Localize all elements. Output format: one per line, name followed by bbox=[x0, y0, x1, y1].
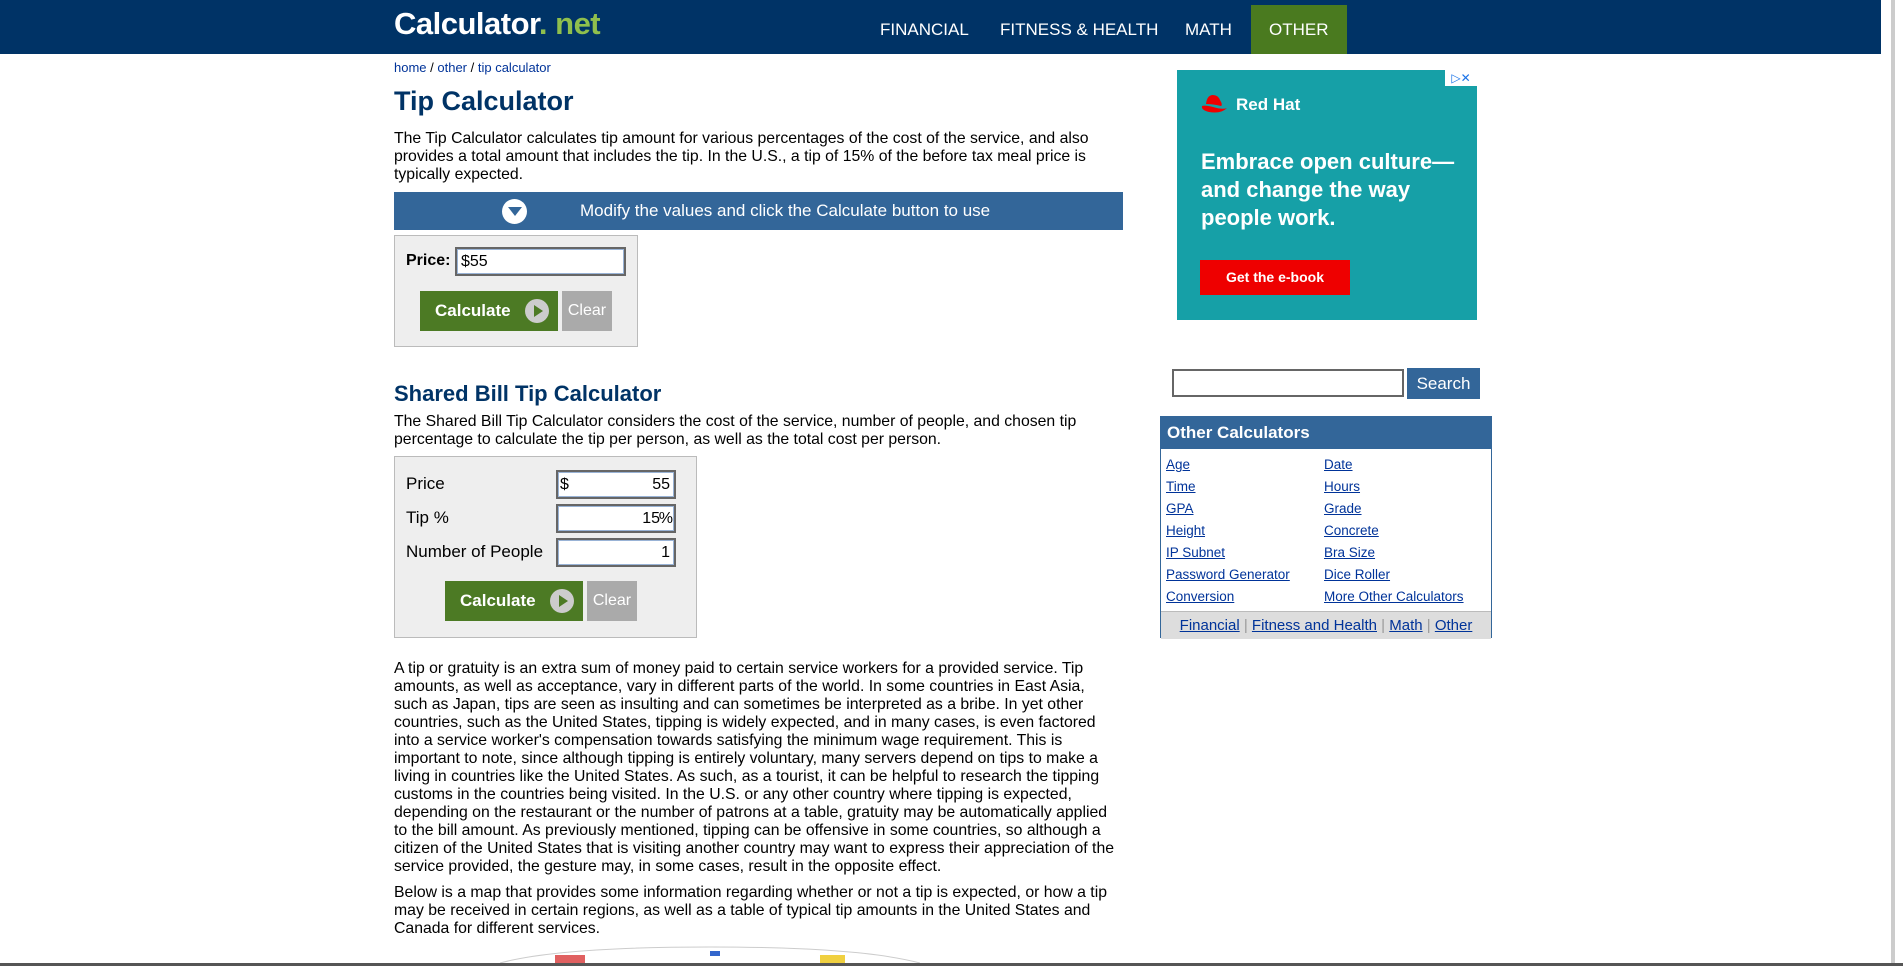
tip-form-panel: Price: $55 Calculate Clear bbox=[394, 235, 638, 347]
link-date[interactable]: Date bbox=[1324, 457, 1353, 472]
scrollbar-thumb[interactable] bbox=[1891, 0, 1895, 966]
link-time[interactable]: Time bbox=[1166, 479, 1196, 494]
footer-link-financial[interactable]: Financial bbox=[1180, 617, 1240, 634]
modify-values-bar[interactable]: Modify the values and click the Calculat… bbox=[394, 192, 1123, 230]
nav-fitness-health[interactable]: FITNESS & HEALTH bbox=[982, 5, 1176, 54]
people-input[interactable]: 1 bbox=[556, 538, 676, 567]
link-password-generator[interactable]: Password Generator bbox=[1166, 567, 1290, 582]
link-conversion[interactable]: Conversion bbox=[1166, 589, 1234, 604]
shared-bill-heading: Shared Bill Tip Calculator bbox=[394, 381, 662, 406]
site-logo[interactable]: Calculator. net bbox=[394, 6, 601, 42]
ad-choices-icon[interactable]: ▷✕ bbox=[1445, 70, 1477, 86]
tip-percent-input[interactable]: 15 % bbox=[556, 504, 676, 533]
link-age[interactable]: Age bbox=[1166, 457, 1190, 472]
shared-calculate-button[interactable]: Calculate bbox=[445, 581, 583, 621]
people-label: Number of People bbox=[406, 542, 544, 561]
calculate-label: Calculate bbox=[435, 301, 511, 320]
clear-button[interactable]: Clear bbox=[562, 291, 612, 331]
intro-text: The Tip Calculator calculates tip amount… bbox=[394, 130, 1089, 183]
link-concrete[interactable]: Concrete bbox=[1324, 523, 1379, 538]
currency-prefix: $ bbox=[560, 476, 569, 493]
search-input[interactable] bbox=[1172, 369, 1404, 397]
play-icon bbox=[550, 589, 574, 613]
chevron-down-icon[interactable] bbox=[502, 199, 527, 224]
breadcrumb-separator: / bbox=[467, 60, 478, 75]
scrollbar[interactable] bbox=[1881, 0, 1903, 966]
link-gpa[interactable]: GPA bbox=[1166, 501, 1194, 516]
shared-price-value: 55 bbox=[652, 476, 670, 493]
play-icon bbox=[525, 299, 549, 323]
shared-price-label: Price bbox=[406, 474, 445, 493]
footer-separator: | bbox=[1422, 617, 1435, 634]
link-hours[interactable]: Hours bbox=[1324, 479, 1360, 494]
ad-headline: Embrace open culture—and change the way … bbox=[1201, 149, 1455, 230]
shared-bill-description: The Shared Bill Tip Calculator considers… bbox=[394, 413, 1077, 448]
category-footer: Financial | Fitness and Health | Math | … bbox=[1161, 611, 1491, 639]
map-intro-paragraph: Below is a map that provides some inform… bbox=[394, 884, 1107, 937]
link-ip-subnet[interactable]: IP Subnet bbox=[1166, 545, 1225, 560]
breadcrumb-home[interactable]: home bbox=[394, 60, 427, 75]
breadcrumb-other[interactable]: other bbox=[437, 60, 467, 75]
footer-separator: | bbox=[1377, 617, 1390, 634]
red-hat-logo-icon bbox=[1201, 95, 1227, 113]
calculate-label: Calculate bbox=[460, 591, 536, 610]
footer-separator: | bbox=[1239, 617, 1252, 634]
other-calculators-title: Other Calculators bbox=[1167, 423, 1310, 442]
people-value: 1 bbox=[661, 544, 670, 561]
nav-financial[interactable]: FINANCIAL bbox=[862, 5, 987, 54]
logo-text: Calculator bbox=[394, 6, 539, 41]
advertisement-banner[interactable]: ▷✕ Red Hat Embrace open culture—and chan… bbox=[1177, 70, 1477, 320]
other-calculators-header: Other Calculators bbox=[1161, 417, 1491, 449]
page-title: Tip Calculator bbox=[394, 86, 574, 116]
percent-suffix: % bbox=[658, 510, 673, 527]
logo-suffix: net bbox=[547, 6, 601, 41]
logo-dot: . bbox=[538, 6, 548, 41]
link-grade[interactable]: Grade bbox=[1324, 501, 1362, 516]
tip-info-paragraph: A tip or gratuity is an extra sum of mon… bbox=[394, 660, 1115, 875]
breadcrumb-separator: / bbox=[426, 60, 438, 75]
link-more-other-calculators[interactable]: More Other Calculators bbox=[1324, 589, 1464, 604]
price-input[interactable]: $55 bbox=[455, 247, 626, 276]
calculate-button[interactable]: Calculate bbox=[420, 291, 558, 331]
link-bra-size[interactable]: Bra Size bbox=[1324, 545, 1375, 560]
top-navbar: Calculator. net FINANCIAL FITNESS & HEAL… bbox=[0, 0, 1903, 54]
breadcrumb: home / other / tip calculator bbox=[394, 60, 551, 75]
modify-values-text: Modify the values and click the Calculat… bbox=[580, 201, 991, 220]
footer-link-fitness-health[interactable]: Fitness and Health bbox=[1252, 617, 1377, 634]
shared-price-input[interactable]: $ 55 bbox=[556, 470, 676, 499]
get-ebook-button[interactable]: Get the e-book bbox=[1200, 260, 1350, 295]
footer-link-math[interactable]: Math bbox=[1389, 617, 1422, 634]
other-calculators-box: Other Calculators Age Time GPA Height IP… bbox=[1160, 416, 1492, 639]
tip-percent-label: Tip % bbox=[406, 508, 449, 527]
shared-clear-button[interactable]: Clear bbox=[587, 581, 637, 621]
nav-other[interactable]: OTHER bbox=[1251, 5, 1347, 54]
link-height[interactable]: Height bbox=[1166, 523, 1205, 538]
tip-percent-value: 15 bbox=[642, 510, 660, 527]
breadcrumb-current[interactable]: tip calculator bbox=[478, 60, 551, 75]
link-dice-roller[interactable]: Dice Roller bbox=[1324, 567, 1390, 582]
price-label: Price: bbox=[406, 252, 451, 269]
nav-math[interactable]: MATH bbox=[1167, 5, 1250, 54]
shared-bill-panel: Price $ 55 Tip % 15 % Number of People 1… bbox=[394, 456, 697, 638]
footer-link-other[interactable]: Other bbox=[1435, 617, 1473, 634]
search-button[interactable]: Search bbox=[1407, 368, 1480, 399]
ad-brand: Red Hat bbox=[1236, 95, 1301, 114]
tip-map-image bbox=[500, 945, 920, 963]
